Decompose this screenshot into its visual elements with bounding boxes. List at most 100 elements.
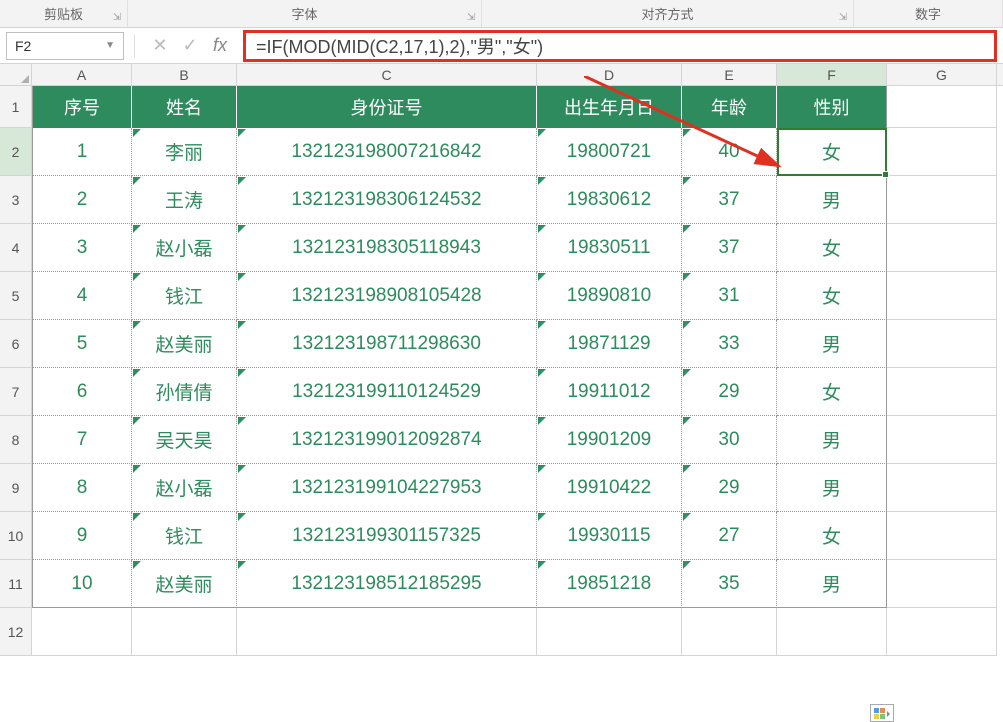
column-header-B[interactable]: B	[132, 64, 237, 85]
table-header-cell[interactable]: 序号	[32, 86, 132, 128]
table-cell[interactable]: 19911012	[537, 368, 682, 416]
row-header-12[interactable]: 12	[0, 608, 32, 656]
paste-options-button[interactable]	[870, 704, 894, 722]
table-cell[interactable]: 吴天昊	[132, 416, 237, 464]
row-header-2[interactable]: 2	[0, 128, 32, 176]
table-cell[interactable]: 19901209	[537, 416, 682, 464]
table-cell[interactable]: 男	[777, 320, 887, 368]
table-cell[interactable]: 30	[682, 416, 777, 464]
column-header-F[interactable]: F	[777, 64, 887, 85]
table-cell[interactable]: 男	[777, 176, 887, 224]
cell[interactable]	[887, 608, 997, 656]
cell[interactable]	[682, 608, 777, 656]
table-cell[interactable]: 1	[32, 128, 132, 176]
table-cell[interactable]: 19830511	[537, 224, 682, 272]
table-cell[interactable]: 3	[32, 224, 132, 272]
table-cell[interactable]: 132123199012092874	[237, 416, 537, 464]
cell[interactable]	[537, 608, 682, 656]
table-cell[interactable]: 李丽	[132, 128, 237, 176]
table-cell[interactable]: 132123199104227953	[237, 464, 537, 512]
table-cell[interactable]: 132123198908105428	[237, 272, 537, 320]
column-header-E[interactable]: E	[682, 64, 777, 85]
chevron-down-icon[interactable]: ▼	[105, 40, 115, 51]
cell[interactable]	[887, 416, 997, 464]
table-cell[interactable]: 19871129	[537, 320, 682, 368]
cell[interactable]	[887, 272, 997, 320]
table-cell[interactable]: 29	[682, 464, 777, 512]
table-cell[interactable]: 19830612	[537, 176, 682, 224]
cell[interactable]	[32, 608, 132, 656]
table-cell[interactable]: 男	[777, 416, 887, 464]
table-cell[interactable]: 男	[777, 464, 887, 512]
table-cell[interactable]: 33	[682, 320, 777, 368]
table-cell[interactable]: 19800721	[537, 128, 682, 176]
cell[interactable]	[237, 608, 537, 656]
table-cell[interactable]: 40	[682, 128, 777, 176]
row-header-6[interactable]: 6	[0, 320, 32, 368]
table-cell[interactable]: 10	[32, 560, 132, 608]
cell[interactable]	[887, 176, 997, 224]
table-cell[interactable]: 132123198512185295	[237, 560, 537, 608]
dialog-launcher-icon[interactable]: ⇲	[111, 11, 123, 23]
cell[interactable]	[777, 608, 887, 656]
table-header-cell[interactable]: 身份证号	[237, 86, 537, 128]
row-header-9[interactable]: 9	[0, 464, 32, 512]
table-cell[interactable]: 37	[682, 176, 777, 224]
table-cell[interactable]: 132123199110124529	[237, 368, 537, 416]
table-header-cell[interactable]: 出生年月日	[537, 86, 682, 128]
row-header-1[interactable]: 1	[0, 86, 32, 128]
name-box[interactable]: F2 ▼	[6, 32, 124, 60]
table-cell[interactable]: 5	[32, 320, 132, 368]
table-cell[interactable]: 132123198711298630	[237, 320, 537, 368]
table-header-cell[interactable]: 姓名	[132, 86, 237, 128]
cell[interactable]	[132, 608, 237, 656]
formula-input[interactable]: =IF(MOD(MID(C2,17,1),2),"男","女")	[256, 33, 984, 59]
table-cell[interactable]: 女	[777, 368, 887, 416]
table-cell[interactable]: 4	[32, 272, 132, 320]
column-header-C[interactable]: C	[237, 64, 537, 85]
row-header-5[interactable]: 5	[0, 272, 32, 320]
table-header-cell[interactable]: 年龄	[682, 86, 777, 128]
table-cell[interactable]: 19851218	[537, 560, 682, 608]
cell[interactable]	[887, 368, 997, 416]
cell[interactable]	[887, 86, 997, 128]
table-cell[interactable]: 132123198007216842	[237, 128, 537, 176]
insert-function-button[interactable]: fx	[205, 32, 235, 60]
table-cell[interactable]: 7	[32, 416, 132, 464]
row-header-8[interactable]: 8	[0, 416, 32, 464]
confirm-formula-button[interactable]: ✓	[175, 32, 205, 60]
table-cell[interactable]: 29	[682, 368, 777, 416]
cancel-formula-button[interactable]: ✕	[145, 32, 175, 60]
table-cell[interactable]: 27	[682, 512, 777, 560]
table-cell[interactable]: 钱江	[132, 512, 237, 560]
table-cell[interactable]: 赵小磊	[132, 464, 237, 512]
table-cell[interactable]: 钱江	[132, 272, 237, 320]
row-header-10[interactable]: 10	[0, 512, 32, 560]
table-cell[interactable]: 赵小磊	[132, 224, 237, 272]
table-cell[interactable]: 19930115	[537, 512, 682, 560]
cell[interactable]	[887, 512, 997, 560]
table-cell[interactable]: 男	[777, 560, 887, 608]
table-cell[interactable]: 9	[32, 512, 132, 560]
dialog-launcher-icon[interactable]: ⇲	[837, 11, 849, 23]
table-cell[interactable]: 132123198305118943	[237, 224, 537, 272]
column-header-A[interactable]: A	[32, 64, 132, 85]
table-cell[interactable]: 19910422	[537, 464, 682, 512]
table-cell[interactable]: 孙倩倩	[132, 368, 237, 416]
table-cell[interactable]: 王涛	[132, 176, 237, 224]
dialog-launcher-icon[interactable]: ⇲	[465, 11, 477, 23]
select-all-button[interactable]	[0, 64, 32, 85]
table-cell[interactable]: 31	[682, 272, 777, 320]
table-cell[interactable]: 女	[777, 512, 887, 560]
cell[interactable]	[887, 464, 997, 512]
table-cell[interactable]: 女	[777, 224, 887, 272]
column-header-G[interactable]: G	[887, 64, 997, 85]
table-cell[interactable]: 女	[777, 128, 887, 176]
cell[interactable]	[887, 560, 997, 608]
row-header-11[interactable]: 11	[0, 560, 32, 608]
table-cell[interactable]: 女	[777, 272, 887, 320]
row-header-7[interactable]: 7	[0, 368, 32, 416]
row-header-4[interactable]: 4	[0, 224, 32, 272]
cell[interactable]	[887, 320, 997, 368]
table-cell[interactable]: 赵美丽	[132, 560, 237, 608]
